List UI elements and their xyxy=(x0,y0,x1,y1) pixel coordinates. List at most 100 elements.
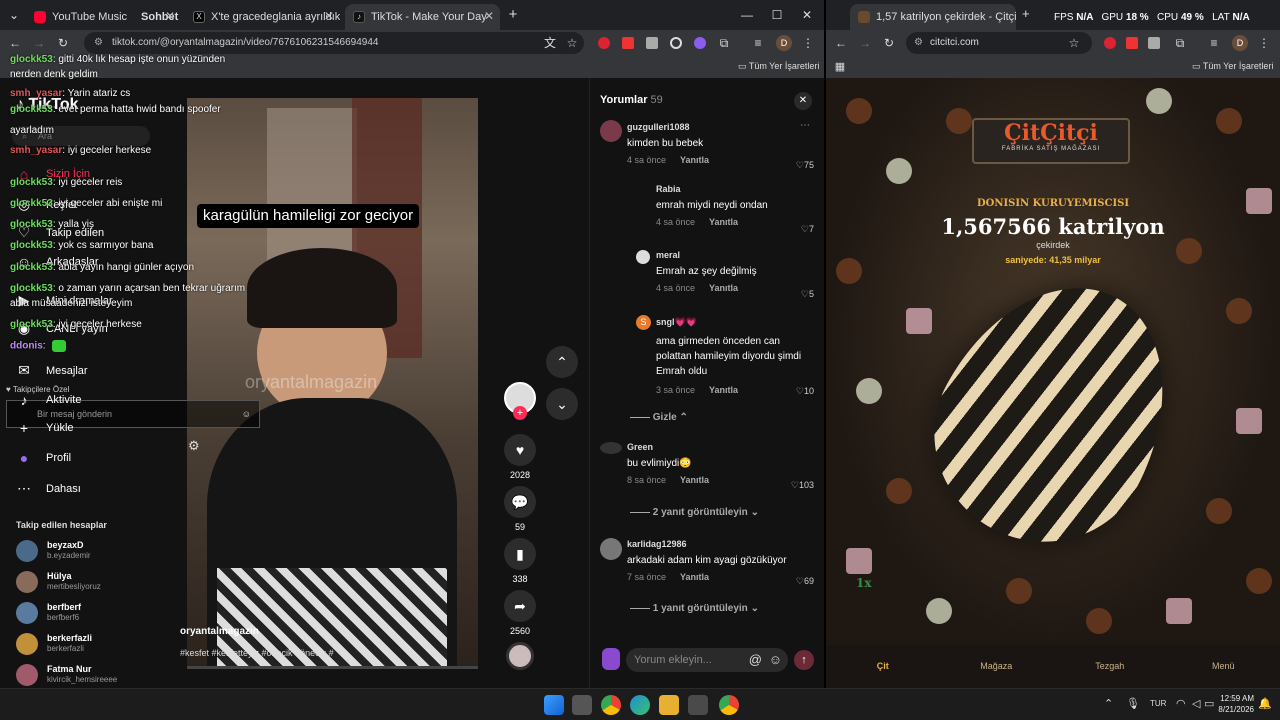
reply-button[interactable]: Yanıtla xyxy=(709,283,738,293)
following-name[interactable]: Fatma Nur xyxy=(47,664,92,674)
all-bookmarks-button[interactable]: ▭ Tüm Yer İşaretleri xyxy=(1192,61,1273,72)
close-tab-icon[interactable]: ✕ xyxy=(324,9,334,23)
video-player[interactable]: karagülün hamileligi zor geciyor oryanta… xyxy=(187,98,478,668)
tab-tiktok[interactable]: ♪ TikTok - Make Your Day ✕ xyxy=(345,4,500,30)
music-disc-icon[interactable] xyxy=(506,642,534,670)
comment-avatar[interactable] xyxy=(600,538,622,560)
translate-icon[interactable]: 文 xyxy=(542,30,558,56)
media-control-icon[interactable]: ≡ xyxy=(1206,30,1222,56)
apps-grid-icon[interactable]: ▦ xyxy=(832,54,848,80)
tab-search-icon[interactable]: ⌄ xyxy=(4,2,24,28)
heart-icon[interactable]: ♥ xyxy=(504,434,536,466)
chrome-active-icon[interactable] xyxy=(719,695,739,715)
save-action[interactable]: ▮ 338 xyxy=(503,538,537,584)
extension-icon[interactable] xyxy=(1148,37,1160,49)
hide-replies-button[interactable]: —— Gizle ⌃ xyxy=(630,412,688,423)
following-name[interactable]: beyzaxD xyxy=(47,540,84,550)
chat-username[interactable]: glockk53 xyxy=(10,319,53,330)
extension-icon[interactable] xyxy=(1126,37,1138,49)
following-name[interactable]: Hülya xyxy=(47,571,72,581)
chat-username[interactable]: glockk53 xyxy=(10,104,53,115)
close-comments-button[interactable]: ✕ xyxy=(794,92,812,110)
chat-username[interactable]: glockk53 xyxy=(10,219,53,230)
chat-username[interactable]: smh_yasar xyxy=(10,88,62,99)
user-avatar[interactable] xyxy=(602,648,620,670)
extension-icon[interactable] xyxy=(694,37,706,49)
previous-video-button[interactable]: ⌃ xyxy=(546,346,578,378)
comment-like[interactable]: ♡5 xyxy=(801,289,814,300)
profile-avatar[interactable]: D xyxy=(776,35,792,51)
emoji-icon[interactable]: ☺ xyxy=(242,401,251,427)
avatar[interactable] xyxy=(16,602,38,624)
reply-button[interactable]: Yanıtla xyxy=(709,217,738,227)
new-tab-button[interactable]: + xyxy=(1022,6,1030,21)
minimize-button[interactable]: — xyxy=(736,2,758,28)
nav-tezgah[interactable]: Tezgah xyxy=(1053,645,1167,688)
comment-like[interactable]: ♡103 xyxy=(791,480,814,491)
extension-icon[interactable] xyxy=(1104,37,1116,49)
close-tab-icon[interactable]: ✕ xyxy=(484,9,494,23)
chat-username[interactable]: glockk53 xyxy=(10,54,53,65)
comment-more-icon[interactable]: ⋯ xyxy=(800,120,810,131)
chat-username[interactable]: ddonis xyxy=(10,341,43,352)
avatar[interactable] xyxy=(16,664,38,686)
video-settings-icon[interactable]: ⚙ xyxy=(188,438,200,454)
notification-bell-icon[interactable]: 🔔 xyxy=(1258,697,1272,710)
avatar[interactable] xyxy=(16,571,38,593)
chat-username[interactable]: glockk53 xyxy=(10,262,53,273)
comment-like[interactable]: ♡75 xyxy=(796,160,814,171)
post-comment-button[interactable]: ↑ xyxy=(794,650,814,670)
nav-cit[interactable]: Çit xyxy=(826,645,940,688)
store-icon[interactable] xyxy=(688,695,708,715)
reload-icon[interactable]: ↻ xyxy=(54,30,72,56)
reply-avatar[interactable] xyxy=(636,250,650,264)
reply-button[interactable]: Yanıtla xyxy=(680,155,709,165)
reply-button[interactable]: Yanıtla xyxy=(680,475,709,485)
extensions-puzzle-icon[interactable]: ⧉ xyxy=(1172,30,1188,56)
language-indicator[interactable]: TUR xyxy=(1150,699,1166,708)
tray-chevron-icon[interactable]: ⌃ xyxy=(1104,697,1113,710)
forward-icon[interactable]: → xyxy=(856,30,874,56)
nav-magaza[interactable]: Mağaza xyxy=(940,645,1054,688)
site-info-icon[interactable]: ⚙ xyxy=(94,32,103,54)
comment-avatar[interactable] xyxy=(600,442,622,454)
forward-icon[interactable]: → xyxy=(30,30,48,56)
extension-icon[interactable] xyxy=(646,37,658,49)
reload-icon[interactable]: ↻ xyxy=(880,30,898,56)
video-author[interactable]: oryantalmagazin xyxy=(180,626,259,637)
new-tab-button[interactable]: + xyxy=(504,2,522,28)
sidebar-item-upload[interactable]: + Yükle xyxy=(16,420,74,436)
reply-button[interactable]: Yanıtla xyxy=(709,385,738,395)
video-hashtags[interactable]: #kesfet #kesfetteyiz #önecik #önecik # xyxy=(180,648,480,658)
back-icon[interactable]: ← xyxy=(832,30,850,56)
reply-button[interactable]: Yanıtla xyxy=(680,572,709,582)
comment-action[interactable]: 💬 59 xyxy=(503,486,537,532)
volume-icon[interactable]: ◁ xyxy=(1192,697,1200,710)
comment-icon[interactable]: 💬 xyxy=(504,486,536,518)
extension-icon[interactable] xyxy=(670,37,682,49)
next-video-button[interactable]: ⌄ xyxy=(546,388,578,420)
tab-citcitci[interactable]: 1,57 katrilyon çekirdek - Çitçitçi xyxy=(850,4,1016,30)
wifi-icon[interactable]: ◠ xyxy=(1176,697,1186,710)
comment-like[interactable]: ♡69 xyxy=(796,576,814,587)
bookmark-icon[interactable]: ▮ xyxy=(504,538,536,570)
tab-x[interactable]: X X'te gracedeglania ayrıldıktan ✕ xyxy=(185,4,340,30)
multiplier-badge[interactable]: 1x xyxy=(856,576,872,590)
mention-icon[interactable]: @ xyxy=(749,648,762,672)
menu-dots-icon[interactable]: ⋮ xyxy=(800,30,816,56)
back-icon[interactable]: ← xyxy=(6,30,24,56)
follow-plus-icon[interactable]: + xyxy=(513,406,527,420)
bookmark-star-icon[interactable]: ☆ xyxy=(564,30,580,56)
like-action[interactable]: ♥ 2028 xyxy=(503,434,537,480)
sidebar-item-activity[interactable]: ♪ Aktivite xyxy=(16,392,82,408)
chat-username[interactable]: glockk53 xyxy=(10,283,53,294)
avatar[interactable] xyxy=(16,540,38,562)
chat-username[interactable]: glockk53 xyxy=(10,240,53,251)
bookmark-star-icon[interactable]: ☆ xyxy=(1066,30,1082,56)
media-control-icon[interactable]: ≡ xyxy=(750,30,766,56)
menu-dots-icon[interactable]: ⋮ xyxy=(1256,30,1272,56)
following-name[interactable]: berkerfazli xyxy=(47,633,92,643)
bakery-name[interactable]: DONISIN KURUYEMISCISI xyxy=(826,198,1280,209)
share-action[interactable]: ➦ 2560 xyxy=(503,590,537,636)
reply-avatar[interactable] xyxy=(634,186,650,202)
